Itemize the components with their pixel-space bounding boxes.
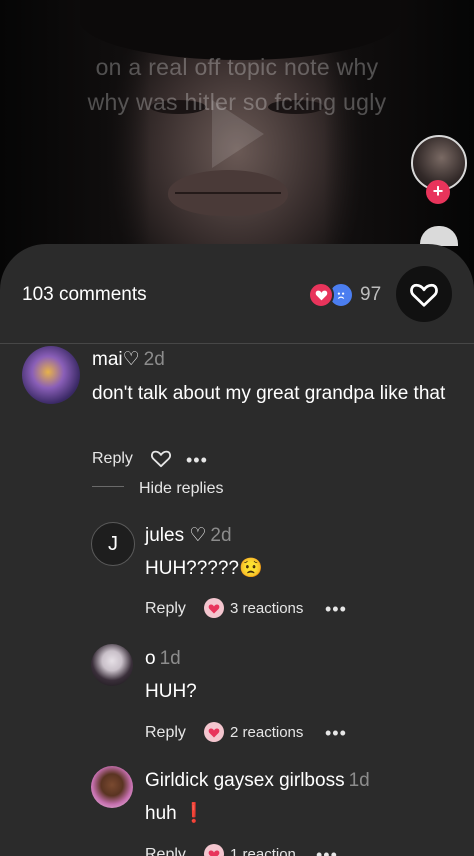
heart-reaction-icon bbox=[308, 282, 334, 308]
comments-sheet: 103 comments 97 mai♡ 2d don't talk about… bbox=[0, 244, 474, 856]
hide-replies-line bbox=[92, 486, 124, 487]
avatar[interactable]: J bbox=[91, 522, 135, 566]
comment-text: don't talk about my great grandpa like t… bbox=[92, 383, 446, 404]
reactions-pill[interactable]: 1 reaction bbox=[204, 844, 296, 856]
reactions-pill[interactable]: 3 reactions bbox=[204, 598, 303, 618]
reply-text: HUH? bbox=[145, 681, 197, 702]
heart-reaction-icon bbox=[204, 844, 224, 856]
avatar[interactable] bbox=[91, 644, 133, 686]
reply-item: Girldick gaysex girlboss 1d huh ❗ Reply 1… bbox=[0, 766, 474, 856]
more-icon[interactable]: ••• bbox=[325, 600, 347, 618]
heart-outline-icon bbox=[410, 283, 438, 307]
reply-username[interactable]: o 1d bbox=[145, 648, 181, 670]
reaction-count: 97 bbox=[360, 284, 382, 305]
reply-button[interactable]: Reply bbox=[145, 846, 186, 856]
video-caption-line-2: why was hitler so fcking ugly bbox=[87, 89, 387, 115]
comment-username[interactable]: mai♡ 2d bbox=[92, 348, 165, 371]
reply-button[interactable]: Reply bbox=[145, 600, 186, 618]
reply-item: o 1d HUH? Reply 2 reactions ••• bbox=[0, 644, 474, 754]
comment-item: mai♡ 2d don't talk about my great grandpa… bbox=[0, 344, 474, 504]
reply-time: 1d bbox=[348, 770, 370, 791]
reactions-label: 2 reactions bbox=[230, 723, 304, 741]
reply-username[interactable]: jules ♡ 2d bbox=[145, 524, 232, 547]
reactions-label: 3 reactions bbox=[230, 599, 304, 617]
more-icon[interactable]: ••• bbox=[186, 451, 208, 469]
reaction-summary[interactable]: 97 bbox=[308, 282, 381, 308]
more-icon[interactable]: ••• bbox=[316, 846, 338, 856]
reply-text: huh ❗ bbox=[145, 803, 206, 824]
reply-button[interactable]: Reply bbox=[92, 450, 133, 468]
reply-item: J jules ♡ 2d HUH?????😟 Reply 3 reactions … bbox=[0, 520, 474, 630]
reply-username[interactable]: Girldick gaysex girlboss 1d bbox=[145, 770, 370, 792]
avatar[interactable] bbox=[22, 346, 80, 404]
reactions-label: 1 reaction bbox=[230, 845, 296, 856]
avatar[interactable] bbox=[91, 766, 133, 808]
hide-replies-button[interactable]: Hide replies bbox=[139, 480, 223, 498]
reply-time: 1d bbox=[159, 648, 181, 669]
heart-reaction-icon bbox=[204, 722, 224, 742]
like-comments-button[interactable] bbox=[396, 266, 452, 322]
reply-text: HUH?????😟 bbox=[145, 558, 263, 579]
reactions-pill[interactable]: 2 reactions bbox=[204, 722, 303, 742]
video-lip-line bbox=[175, 192, 281, 194]
video-caption-line-1: on a real off topic note why bbox=[95, 54, 379, 80]
follow-plus-icon[interactable]: + bbox=[426, 180, 450, 204]
more-icon[interactable]: ••• bbox=[325, 724, 347, 742]
comment-count: 103 comments bbox=[22, 284, 147, 305]
comment-time: 2d bbox=[143, 349, 165, 370]
heart-reaction-icon bbox=[204, 598, 224, 618]
reply-time: 2d bbox=[210, 525, 232, 546]
reply-button[interactable]: Reply bbox=[145, 724, 186, 742]
avatar-letter: J bbox=[108, 532, 118, 555]
comments-header: 103 comments 97 bbox=[0, 244, 474, 344]
comment-like-icon[interactable] bbox=[150, 448, 172, 468]
